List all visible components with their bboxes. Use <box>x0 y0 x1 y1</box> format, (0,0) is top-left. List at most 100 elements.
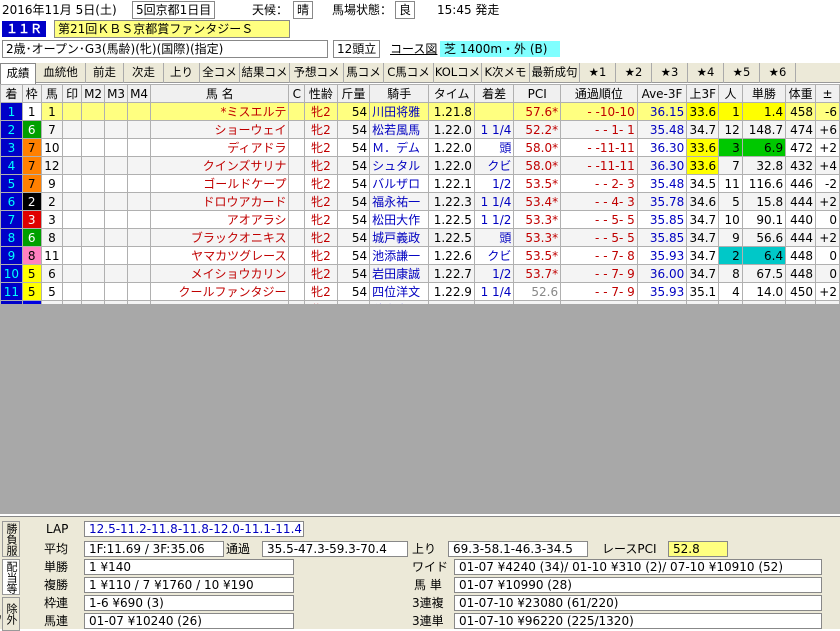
jockey-name: 池添謙一 <box>369 246 430 265</box>
tab-6[interactable]: 結果コメ <box>240 63 290 83</box>
col-header-14[interactable]: PCI <box>513 84 562 103</box>
course-map-link[interactable]: コース図 <box>390 41 437 57</box>
umatan-label: 馬 単 <box>414 578 442 592</box>
waku-number: 6 <box>21 228 42 247</box>
waku-number: 1 <box>21 102 42 121</box>
col-header-2[interactable]: 馬 <box>40 84 64 103</box>
col-header-18[interactable]: 人 <box>718 84 743 103</box>
tab-16[interactable]: ★4 <box>688 63 724 83</box>
tab-5[interactable]: 全コメ <box>200 63 240 83</box>
body-weight: 448 <box>785 264 817 283</box>
m3-cell <box>104 174 129 193</box>
result-row[interactable]: 6 2 2 ドロウアカード 牝2 54 福永祐一 1.22.3 1 1/4 53.4* - - 4-… <box>0 192 840 211</box>
tab-2[interactable]: 前走 <box>86 63 124 83</box>
m3-cell <box>104 282 129 301</box>
m4-cell <box>127 246 152 265</box>
fukusho-value: 1 ¥110 / 7 ¥1760 / 10 ¥190 <box>84 577 294 593</box>
col-header-6[interactable]: M4 <box>127 84 152 103</box>
result-row[interactable]: 5 7 9 ゴールドケープ 牝2 54 バルザロ 1.22.1 1/2 53.5* - - 2- 3… <box>0 174 840 193</box>
col-header-10[interactable]: 斤量 <box>336 84 371 103</box>
mark-cell <box>62 120 83 139</box>
col-header-17[interactable]: 上3F <box>686 84 720 103</box>
m4-cell <box>127 120 152 139</box>
col-header-16[interactable]: Ave-3F <box>636 84 688 103</box>
m3-cell <box>104 246 129 265</box>
tab-7[interactable]: 予想コメ <box>290 63 344 83</box>
horse-name: ディアドラ <box>150 138 290 157</box>
side-tab-silks[interactable]: 勝負服 <box>2 521 20 557</box>
margin: 1 1/4 <box>473 120 515 139</box>
result-row[interactable]: 1 1 1 *ミスエルテ 牝2 54 川田将雅 1.21.8 57.6* - -10-10 36.1… <box>0 102 840 121</box>
col-header-8[interactable]: C <box>288 84 306 103</box>
start-time: 15:45 発走 <box>437 3 500 17</box>
col-header-9[interactable]: 性齢 <box>304 84 338 103</box>
wide-label: ワイド <box>412 560 449 574</box>
horse-number: 2 <box>40 192 64 211</box>
tab-11[interactable]: K次メモ <box>482 63 530 83</box>
sex-age: 牝2 <box>304 138 338 157</box>
col-header-19[interactable]: 単勝 <box>741 84 787 103</box>
col-header-15[interactable]: 通過順位 <box>560 84 638 103</box>
meeting-info: 5回京都1日目 <box>132 1 216 19</box>
col-header-21[interactable]: ± <box>815 84 840 103</box>
col-header-5[interactable]: M3 <box>104 84 129 103</box>
win-odds: 67.5 <box>741 264 787 283</box>
ave-3f: 35.78 <box>636 192 688 211</box>
tab-0[interactable]: 成績 <box>0 63 36 84</box>
col-header-3[interactable]: 印 <box>62 84 83 103</box>
sanrenpuku-value: 01-07-10 ¥23080 (61/220) <box>454 595 822 611</box>
col-header-7[interactable]: 馬 名 <box>150 84 290 103</box>
sex-age: 牝2 <box>304 282 338 301</box>
col-header-1[interactable]: 枠 <box>21 84 42 103</box>
result-row[interactable]: 3 7 10 ディアドラ 牝2 54 Ｍ．デム 1.22.0 頭 58.0* - -11-11 36.… <box>0 138 840 157</box>
passing-order: - - 5- 5 <box>560 228 638 247</box>
tab-8[interactable]: 馬コメ <box>344 63 384 83</box>
last-3f: 35.1 <box>686 282 720 301</box>
result-row[interactable]: 4 7 12 クインズサリナ 牝2 54 シュタル 1.22.0 クビ 58.0* - -11-11… <box>0 156 840 175</box>
win-odds: 148.7 <box>741 120 787 139</box>
col-header-12[interactable]: タイム <box>428 84 475 103</box>
result-row[interactable]: 2 6 7 ショーウェイ 牝2 54 松若風馬 1.22.0 1 1/4 52.2* - - 1- … <box>0 120 840 139</box>
avg-label: 平均 <box>44 542 69 556</box>
result-row[interactable]: 8 6 8 ブラックオニキス 牝2 54 城戸義政 1.22.5 頭 53.3* - - 5- 53… <box>0 228 840 247</box>
col-header-4[interactable]: M2 <box>81 84 106 103</box>
waku-number: 3 <box>21 210 42 229</box>
sex-age: 牝2 <box>304 228 338 247</box>
jockey-name: 福永祐一 <box>369 192 430 211</box>
c-cell <box>288 210 306 229</box>
tab-14[interactable]: ★2 <box>616 63 652 83</box>
result-row[interactable]: 11 5 5 クールファンタジー 牝2 54 四位洋文 1.22.9 1 1/4 52.6- - … <box>0 282 840 301</box>
tab-4[interactable]: 上り <box>164 63 200 83</box>
last-3f: 34.7 <box>686 246 720 265</box>
horse-name: ヤマカツグレース <box>150 246 290 265</box>
pci-value: 58.0* <box>513 156 562 175</box>
side-tab-payout[interactable]: 配当等 <box>2 559 20 595</box>
horse-number: 6 <box>40 264 64 283</box>
col-header-13[interactable]: 着差 <box>473 84 515 103</box>
col-header-11[interactable]: 騎手 <box>369 84 430 103</box>
tab-1[interactable]: 血統他 <box>36 63 86 83</box>
tab-12[interactable]: 最新成句 <box>530 63 580 83</box>
pci-value: 53.4* <box>513 192 562 211</box>
side-tab-scratched[interactable]: 除外馬 <box>0 597 20 631</box>
ave-3f: 36.00 <box>636 264 688 283</box>
tab-13[interactable]: ★1 <box>580 63 616 83</box>
up-value: 69.3-58.1-46.3-34.5 <box>448 541 588 557</box>
result-row[interactable]: 9 8 11 ヤマカツグレース 牝2 54 池添謙一 1.22.6 クビ 53.5* - - 7- … <box>0 246 840 265</box>
col-header-0[interactable]: 着 <box>0 84 23 103</box>
horse-name: ブラックオニキス <box>150 228 290 247</box>
m2-cell <box>81 174 106 193</box>
col-header-20[interactable]: 体重 <box>785 84 817 103</box>
tab-9[interactable]: C馬コメ <box>384 63 434 83</box>
tab-18[interactable]: ★6 <box>760 63 796 83</box>
result-row[interactable]: 10 5 6 メイショウカリン 牝2 54 岩田康誠 1.22.7 1/2 53.7* - - 7-… <box>0 264 840 283</box>
tab-3[interactable]: 次走 <box>124 63 164 83</box>
tab-17[interactable]: ★5 <box>724 63 760 83</box>
horse-number: 10 <box>40 138 64 157</box>
popularity: 8 <box>718 264 743 283</box>
jockey-name: 岩田康誠 <box>369 264 430 283</box>
result-row[interactable]: 7 3 3 アオアラシ 牝2 54 松田大作 1.22.5 1 1/2 53.3* - - 5- 5… <box>0 210 840 229</box>
m3-cell <box>104 228 129 247</box>
tab-10[interactable]: KOLコメ <box>434 63 482 83</box>
tab-15[interactable]: ★3 <box>652 63 688 83</box>
